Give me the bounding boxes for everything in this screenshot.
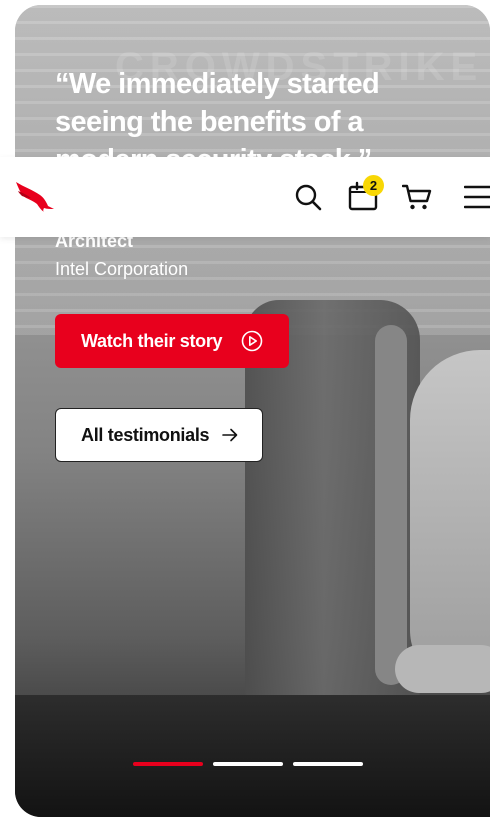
background-person-arm [395,645,490,693]
site-header: 2 [0,157,490,237]
cart-icon[interactable] [402,183,432,211]
search-icon[interactable] [294,183,322,211]
carousel-dot-3[interactable] [293,762,363,766]
crowdstrike-falcon-logo-icon[interactable] [15,179,55,213]
watch-story-label: Watch their story [81,330,223,351]
background-desk [15,695,490,817]
background-chair-edge [375,325,407,685]
calendar-count-badge: 2 [363,175,384,196]
arrow-right-icon [222,428,238,442]
carousel-dot-2[interactable] [213,762,283,766]
carousel-indicators [133,762,363,766]
person-company: Intel Corporation [55,259,189,279]
all-testimonials-button[interactable]: All testimonials [55,408,263,462]
all-testimonials-label: All testimonials [81,424,210,445]
background-person [410,350,490,690]
hamburger-menu-icon[interactable] [464,184,490,210]
carousel-dot-1[interactable] [133,762,203,766]
page: CROWDSTRIKE “We immediately started seei… [0,0,490,817]
play-circle-icon [241,330,263,352]
watch-story-button[interactable]: Watch their story [55,314,289,368]
testimonial-hero: CROWDSTRIKE “We immediately started seei… [15,5,490,817]
